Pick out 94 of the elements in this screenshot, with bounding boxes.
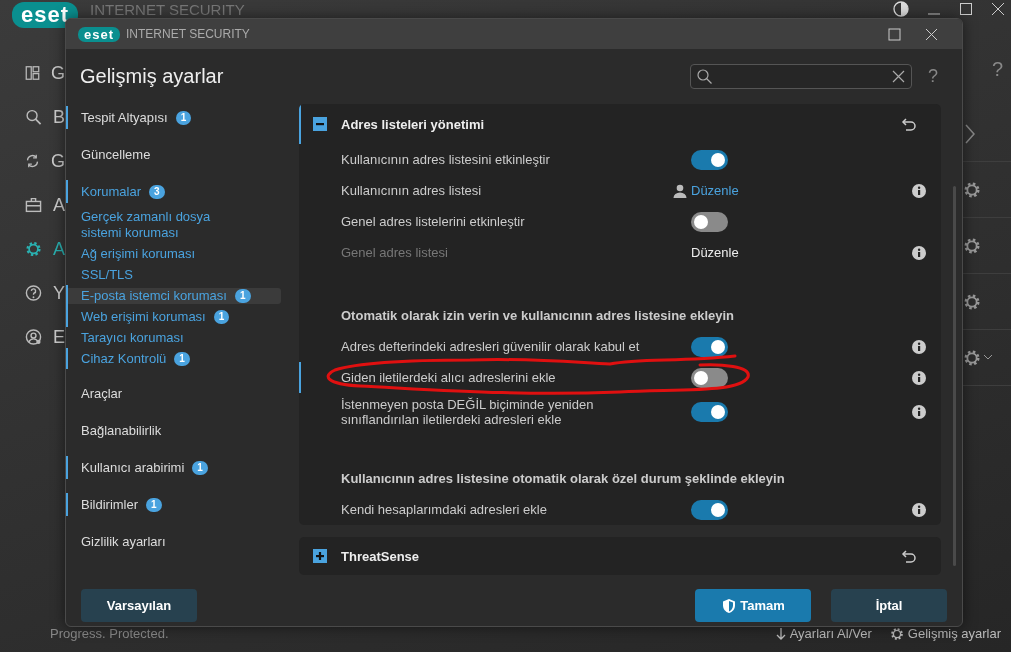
dialog-button[interactable]: İptal <box>831 589 947 622</box>
sidebar-item[interactable]: Güncelleme <box>81 145 151 164</box>
count-badge: 1 <box>234 288 251 303</box>
toggle-switch[interactable] <box>691 402 728 422</box>
setting-label: İstenmeyen posta DEĞİL biçiminde yeniden sınıflandırılan iletilerdeki adresleri ekle <box>341 396 595 429</box>
sidebar-item[interactable]: Bağlanabilirlik <box>81 421 162 440</box>
change-marker <box>66 180 68 203</box>
footer-link[interactable]: Gelişmiş ayarlar <box>889 626 1001 641</box>
undo-icon[interactable] <box>901 116 917 132</box>
status-text: Progress. Protected. <box>50 626 169 641</box>
count-badge: 1 <box>174 351 190 366</box>
undo-icon[interactable] <box>901 548 917 564</box>
toggle-switch[interactable] <box>691 499 728 520</box>
help-button[interactable]: ? <box>928 66 938 87</box>
change-marker <box>66 456 68 479</box>
help-button[interactable]: ? <box>991 58 1003 81</box>
toggle-switch[interactable] <box>691 149 728 170</box>
dialog-button[interactable]: Tamam <box>695 589 811 622</box>
search-icon <box>697 69 712 84</box>
nav-item[interactable]: A <box>53 238 65 260</box>
sidebar-item[interactable]: Araçlar <box>81 384 123 403</box>
product-name: INTERNET SECURITY <box>90 2 245 18</box>
count-badge: 1 <box>192 460 208 475</box>
setting-label: Kendi hesaplarımdaki adresleri ekle <box>341 501 548 519</box>
nav-item[interactable]: E <box>53 326 65 348</box>
user-icon <box>673 183 687 198</box>
setting-label: Kullanıcının adres listesi <box>341 182 483 200</box>
maximize-icon[interactable] <box>959 2 973 16</box>
settings-icon[interactable] <box>963 236 981 255</box>
toggle-switch[interactable] <box>691 367 728 388</box>
sidebar-item[interactable]: Korumalar 3 <box>81 182 165 201</box>
toggle-switch[interactable] <box>691 336 728 357</box>
nav-item[interactable]: B <box>53 106 65 128</box>
help-icon[interactable] <box>25 282 42 304</box>
close-icon[interactable] <box>991 2 1005 16</box>
sidebar-item[interactable]: E-posta istemci koruması 1 <box>66 287 281 304</box>
sidebar-item[interactable]: Web erişimi koruması 1 <box>66 308 238 325</box>
maximize-icon[interactable] <box>888 27 901 41</box>
close-icon[interactable] <box>925 27 938 41</box>
nav-item[interactable]: G <box>51 62 65 84</box>
expand-icon[interactable] <box>313 549 327 563</box>
count-badge: 3 <box>148 184 165 199</box>
footer-link[interactable]: Ayarları Al/Ver <box>775 626 872 641</box>
sidebar-item[interactable]: SSL/TLS <box>66 266 142 283</box>
download-arrow-icon <box>775 627 786 640</box>
contrast-icon[interactable] <box>893 1 909 17</box>
section-title[interactable]: Adres listeleri yönetimi <box>341 116 901 132</box>
sidebar-item[interactable]: Gizlilik ayarları <box>81 532 166 551</box>
chevron-right-icon[interactable] <box>963 122 977 145</box>
setting-label: Genel adres listelerini etkinleştir <box>341 213 526 231</box>
nav-item[interactable]: A <box>53 194 65 216</box>
collapse-icon[interactable] <box>313 117 327 131</box>
sidebar-item[interactable]: Ağ erişimi koruması <box>66 245 204 262</box>
sidebar-item[interactable]: Tespit Altyapısı 1 <box>81 108 192 127</box>
change-marker <box>66 348 68 369</box>
eset-logo: eset <box>78 26 121 42</box>
group-heading: Otomatik olarak izin verin ve kullanıcının adres listesine ekleyin <box>341 307 736 325</box>
nav-item[interactable]: G <box>51 150 65 172</box>
sidebar-item[interactable]: Cihaz Kontrolü 1 <box>66 350 198 367</box>
eset-logo: eset <box>12 2 79 28</box>
setting-label: Giden iletilerdeki alıcı adreslerini ekle <box>341 369 557 387</box>
user-icon[interactable] <box>25 326 42 348</box>
info-icon[interactable] <box>912 183 926 198</box>
sidebar-item[interactable]: Gerçek zamanlı dosya sistemi koruması <box>66 208 261 241</box>
info-icon[interactable] <box>912 502 926 517</box>
change-marker <box>66 493 68 516</box>
search-field[interactable] <box>690 64 912 89</box>
change-marker <box>66 106 68 129</box>
chevron-down-icon[interactable] <box>983 353 993 362</box>
count-badge: 1 <box>213 309 230 324</box>
settings-icon[interactable] <box>963 180 981 199</box>
settings-icon[interactable] <box>963 348 981 367</box>
info-icon[interactable] <box>912 370 926 385</box>
settings-icon[interactable] <box>963 292 981 311</box>
info-icon[interactable] <box>912 405 926 419</box>
shield-icon <box>721 597 738 614</box>
count-badge: 1 <box>146 497 162 512</box>
dialog-button[interactable]: Varsayılan <box>81 589 197 622</box>
setting-label: Kullanıcının adres listesini etkinleştir <box>341 151 551 169</box>
count-badge: 1 <box>175 110 192 125</box>
nav-item[interactable]: Y <box>53 282 65 304</box>
info-icon[interactable] <box>912 339 926 354</box>
sidebar-item[interactable]: Bildirimler 1 <box>81 495 162 514</box>
settings-icon <box>889 626 904 641</box>
edit-link[interactable]: Düzenle <box>691 183 739 198</box>
setting-label: Adres defterindeki adresleri güvenilir olarak kabul et <box>341 338 641 356</box>
group-heading: Kullanıcının adres listesine otomatik olarak özel durum şeklinde ekleyin <box>341 470 786 488</box>
toggle-switch[interactable] <box>691 211 728 232</box>
setting-label: Genel adres listesi <box>341 244 449 262</box>
clear-icon[interactable] <box>892 70 905 83</box>
product-name: INTERNET SECURITY <box>126 27 250 41</box>
sidebar-item[interactable]: Tarayıcı koruması <box>66 329 192 346</box>
sidebar-item[interactable]: Kullanıcı arabirimi 1 <box>81 458 208 477</box>
dialog-title: Gelişmiş ayarlar <box>80 65 225 88</box>
